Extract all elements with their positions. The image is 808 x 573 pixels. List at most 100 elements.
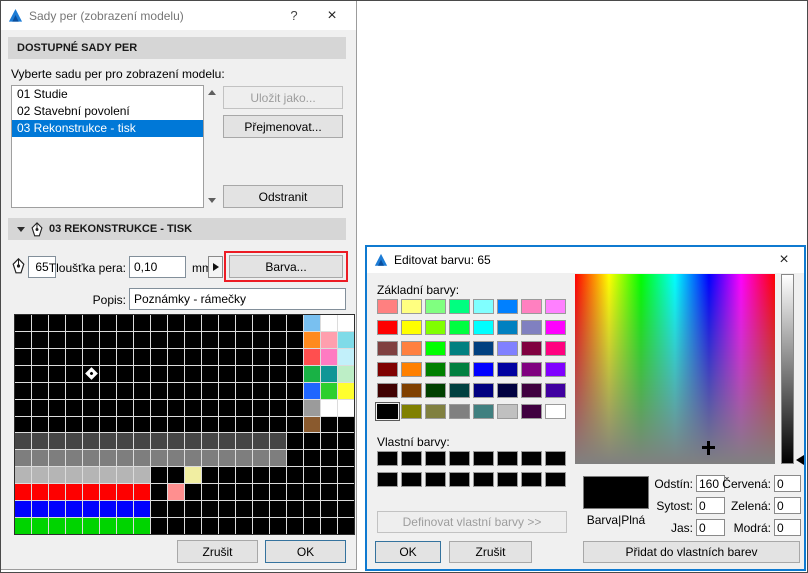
- pen-cell[interactable]: [32, 416, 48, 433]
- rename-button[interactable]: Přejmenovat...: [223, 115, 343, 138]
- pen-cell[interactable]: [100, 416, 116, 433]
- pen-cell[interactable]: [100, 501, 116, 518]
- help-button[interactable]: ?: [278, 1, 310, 30]
- pen-set-item[interactable]: 03 Rekonstrukce - tisk: [12, 120, 203, 137]
- pen-cell[interactable]: [134, 501, 150, 518]
- pen-cell[interactable]: [83, 348, 99, 365]
- pen-cell[interactable]: [83, 331, 99, 348]
- pen-cell[interactable]: [117, 484, 133, 501]
- pen-cell[interactable]: [338, 331, 354, 348]
- pen-cell[interactable]: [151, 467, 167, 484]
- basic-color-swatch[interactable]: [377, 341, 398, 356]
- pen-cell[interactable]: [83, 399, 99, 416]
- basic-color-swatch[interactable]: [449, 383, 470, 398]
- custom-color-swatch[interactable]: [497, 472, 518, 487]
- custom-color-swatch[interactable]: [449, 451, 470, 466]
- pen-cell[interactable]: [134, 315, 150, 331]
- pen-cell[interactable]: [151, 501, 167, 518]
- custom-color-swatch[interactable]: [401, 472, 422, 487]
- pen-cell[interactable]: [134, 518, 150, 534]
- pen-cell[interactable]: [287, 433, 303, 450]
- pen-cell[interactable]: [270, 501, 286, 518]
- pen-cell[interactable]: [287, 416, 303, 433]
- pen-cell[interactable]: [66, 484, 82, 501]
- pen-cell[interactable]: [185, 518, 201, 534]
- luminance-slider-arrow[interactable]: [796, 455, 804, 465]
- red-input[interactable]: [774, 475, 801, 492]
- pen-cell[interactable]: [236, 348, 252, 365]
- pen-cell[interactable]: [321, 467, 337, 484]
- pen-cell[interactable]: [287, 484, 303, 501]
- pen-cell[interactable]: [321, 331, 337, 348]
- pen-cell[interactable]: [117, 433, 133, 450]
- pen-cell[interactable]: [134, 484, 150, 501]
- pen-cell[interactable]: [202, 399, 218, 416]
- pen-cell[interactable]: [66, 348, 82, 365]
- basic-color-swatch[interactable]: [473, 299, 494, 314]
- save-as-button[interactable]: Uložit jako...: [223, 86, 343, 109]
- pen-cell[interactable]: [185, 416, 201, 433]
- pen-cell[interactable]: [270, 348, 286, 365]
- pen-cell[interactable]: [49, 518, 65, 534]
- pen-cell[interactable]: [287, 315, 303, 331]
- pen-cell[interactable]: [287, 348, 303, 365]
- basic-color-swatch[interactable]: [401, 404, 422, 419]
- pen-cell[interactable]: [168, 416, 184, 433]
- pen-cell[interactable]: [270, 518, 286, 534]
- custom-color-swatch[interactable]: [521, 472, 542, 487]
- basic-color-swatch[interactable]: [521, 320, 542, 335]
- pen-cell[interactable]: [253, 484, 269, 501]
- delete-button[interactable]: Odstranit: [223, 185, 343, 208]
- pen-cell[interactable]: [83, 315, 99, 331]
- pen-cell[interactable]: [236, 467, 252, 484]
- pen-cell[interactable]: [83, 416, 99, 433]
- pen-cell[interactable]: [117, 518, 133, 534]
- basic-color-swatch[interactable]: [377, 320, 398, 335]
- basic-color-swatch[interactable]: [545, 383, 566, 398]
- pen-cell[interactable]: [321, 399, 337, 416]
- description-input[interactable]: [129, 288, 346, 310]
- pen-cell[interactable]: [100, 399, 116, 416]
- pen-cell[interactable]: [32, 484, 48, 501]
- pen-cell[interactable]: [15, 315, 31, 331]
- pen-cell[interactable]: [236, 450, 252, 467]
- pen-cell[interactable]: [168, 467, 184, 484]
- basic-color-swatch[interactable]: [473, 383, 494, 398]
- pen-cell[interactable]: [185, 315, 201, 331]
- pen-cell[interactable]: [66, 416, 82, 433]
- pen-cell[interactable]: [49, 382, 65, 399]
- basic-color-swatch[interactable]: [449, 299, 470, 314]
- basic-color-swatch[interactable]: [425, 299, 446, 314]
- pen-cell[interactable]: [287, 467, 303, 484]
- pen-cell[interactable]: [151, 416, 167, 433]
- pen-cell[interactable]: [151, 433, 167, 450]
- pen-cell[interactable]: [32, 467, 48, 484]
- available-pen-sets-header[interactable]: DOSTUPNÉ SADY PER: [8, 37, 346, 59]
- cancel-button[interactable]: Zrušit: [449, 541, 532, 563]
- pen-cell[interactable]: [168, 450, 184, 467]
- pen-cell[interactable]: [270, 331, 286, 348]
- pen-cell[interactable]: [66, 399, 82, 416]
- basic-color-swatch[interactable]: [473, 404, 494, 419]
- pen-set-item[interactable]: 01 Studie: [12, 86, 203, 103]
- basic-color-swatch[interactable]: [497, 362, 518, 377]
- cancel-button[interactable]: Zrušit: [177, 540, 258, 563]
- pen-cell[interactable]: [66, 467, 82, 484]
- pen-cell[interactable]: [321, 484, 337, 501]
- pen-cell[interactable]: [168, 399, 184, 416]
- pen-cell[interactable]: [66, 501, 82, 518]
- pen-cell[interactable]: [151, 348, 167, 365]
- pen-cell[interactable]: [100, 382, 116, 399]
- pen-cell[interactable]: [168, 501, 184, 518]
- pen-cell[interactable]: [185, 450, 201, 467]
- pen-cell[interactable]: [168, 365, 184, 382]
- pen-cell[interactable]: [270, 315, 286, 331]
- pen-cell[interactable]: [202, 416, 218, 433]
- pen-cell[interactable]: [236, 315, 252, 331]
- pen-cell[interactable]: [321, 450, 337, 467]
- pen-cell[interactable]: [15, 501, 31, 518]
- pen-cell[interactable]: [338, 467, 354, 484]
- pen-cell[interactable]: [321, 416, 337, 433]
- pen-cell[interactable]: [304, 348, 320, 365]
- pen-cell[interactable]: [185, 433, 201, 450]
